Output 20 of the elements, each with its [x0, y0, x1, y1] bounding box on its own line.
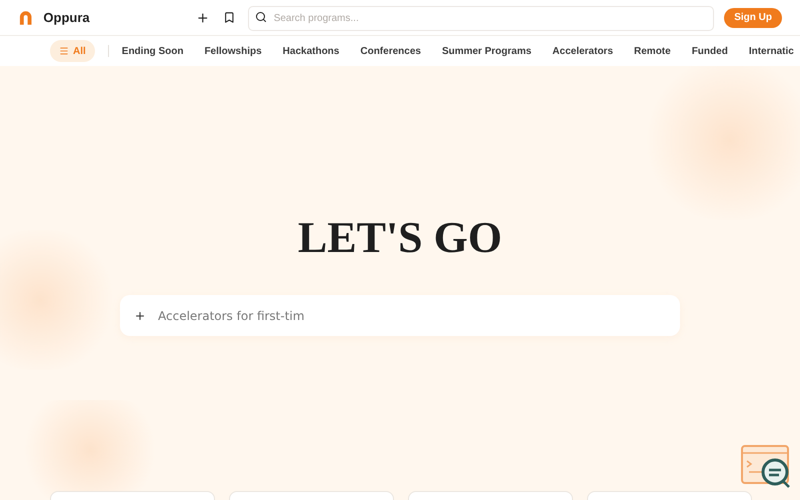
- logo-icon: [18, 10, 34, 26]
- plus-icon[interactable]: [196, 10, 210, 24]
- category-tab[interactable]: Fellowships: [204, 40, 262, 62]
- category-tab[interactable]: Conferences: [360, 40, 421, 62]
- search-field[interactable]: Search programs...: [248, 6, 714, 31]
- category-tab[interactable]: Funded: [692, 40, 728, 62]
- category-tab[interactable]: Hackathons: [282, 40, 340, 62]
- category-tab[interactable]: Accelerators: [552, 40, 614, 62]
- search-icon: [254, 11, 267, 23]
- category-tab[interactable]: Remote: [634, 40, 671, 62]
- bookmark-icon[interactable]: [223, 11, 236, 24]
- prompt-bar[interactable]: Accelerators for first-tim: [120, 295, 680, 336]
- category-tab[interactable]: Internatic: [748, 40, 794, 62]
- category-tab[interactable]: Ending Soon: [122, 40, 184, 62]
- hero-title: LET'S GO: [298, 216, 502, 260]
- category-tab[interactable]: Summer Programs: [442, 40, 532, 62]
- menu-icon: [59, 46, 69, 56]
- add-button[interactable]: [134, 310, 146, 322]
- brand-name: Oppura: [43, 8, 90, 27]
- prompt-field[interactable]: Accelerators for first-tim: [158, 306, 666, 324]
